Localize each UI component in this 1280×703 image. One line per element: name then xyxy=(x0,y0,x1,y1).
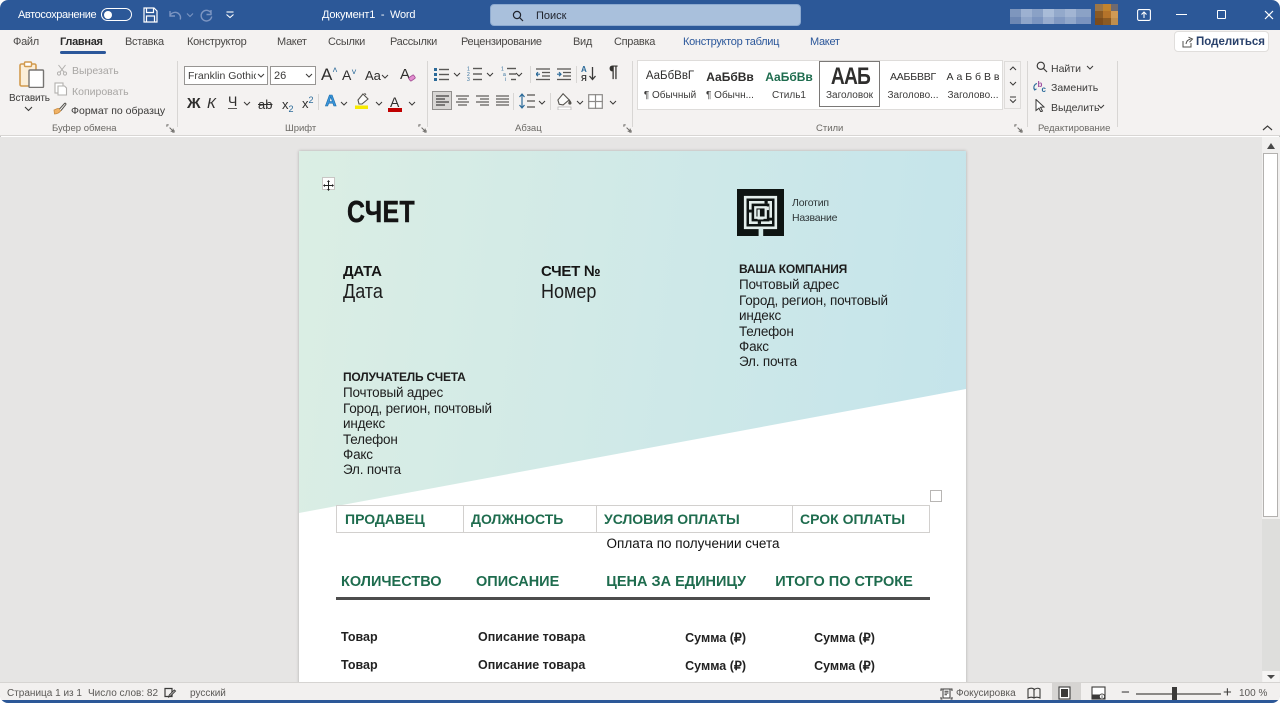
svg-text:А: А xyxy=(581,65,587,74)
svg-text:c: c xyxy=(1042,85,1047,94)
svg-text:Я: Я xyxy=(581,74,587,82)
svg-text:i: i xyxy=(505,77,506,81)
svg-text:3: 3 xyxy=(467,77,470,81)
